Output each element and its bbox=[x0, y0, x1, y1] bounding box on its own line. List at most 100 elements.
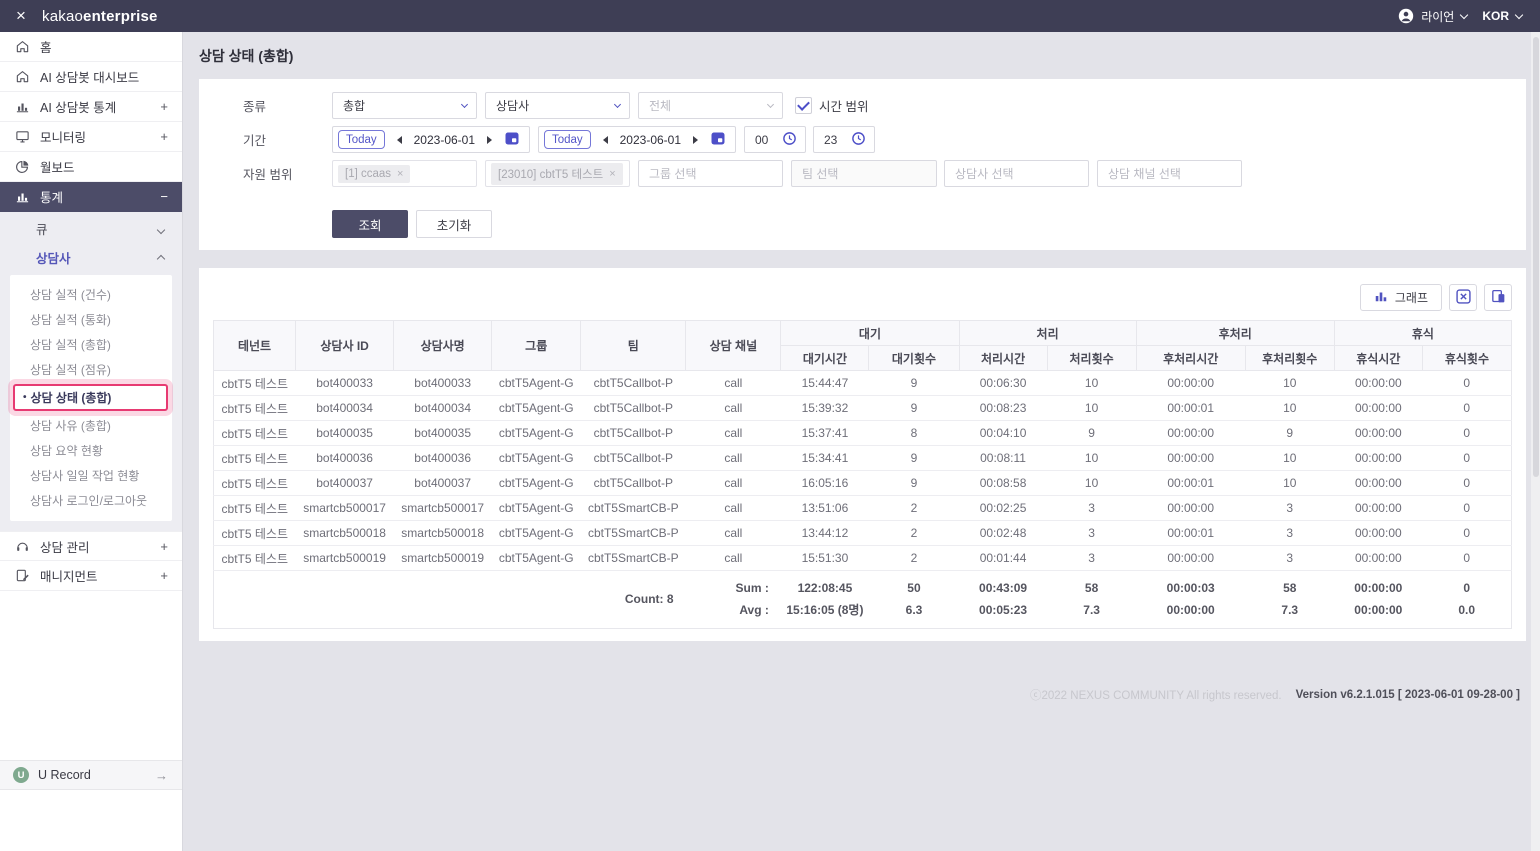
sidebar-sublink[interactable]: 상담 실적 (통화) bbox=[10, 307, 172, 332]
table-cell: 0 bbox=[1422, 520, 1512, 546]
submenu-group-agent[interactable]: 상담사 bbox=[0, 243, 182, 272]
date-from-value[interactable]: 2023-06-01 bbox=[414, 133, 475, 147]
sidebar-item-wallboard[interactable]: 월보드 bbox=[0, 152, 182, 182]
agent-select-input[interactable] bbox=[944, 160, 1089, 187]
sidebar-item-ai-dashboard[interactable]: AI 상담봇 대시보드 bbox=[0, 62, 182, 92]
column-subheader: 후처리시간 bbox=[1135, 345, 1246, 371]
table-cell: smartcb500019 bbox=[393, 545, 492, 571]
next-day-icon[interactable] bbox=[692, 135, 698, 144]
chevron-down-icon[interactable] bbox=[1460, 10, 1469, 19]
sidebar-item-label: 모니터링 bbox=[40, 131, 87, 145]
column-subheader: 후처리횟수 bbox=[1244, 345, 1335, 371]
page-title: 상담 상태 (총합) bbox=[199, 48, 294, 64]
sidebar-item-monitoring[interactable]: 모니터링 + bbox=[0, 122, 182, 152]
graph-button[interactable]: 그래프 bbox=[1359, 284, 1442, 311]
column-subheader: 처리시간 bbox=[958, 345, 1048, 371]
scrollbar-track[interactable] bbox=[1531, 32, 1540, 851]
table-cell: cbtT5Callbot-P bbox=[580, 395, 686, 421]
scrollbar-thumb[interactable] bbox=[1532, 37, 1539, 477]
close-icon[interactable]: × bbox=[0, 0, 42, 32]
sidebar-item-label: 홈 bbox=[40, 41, 52, 55]
table-cell: call bbox=[685, 470, 781, 496]
column-header: 상담 채널 bbox=[685, 320, 782, 371]
table-cell: 00:08:58 bbox=[959, 470, 1048, 496]
calendar-icon[interactable] bbox=[504, 130, 520, 149]
table-cell: cbtT5Agent-G bbox=[491, 420, 581, 446]
sidebar-item-consult-mgmt[interactable]: 상담 관리 + bbox=[0, 531, 182, 561]
table-cell: 00:00:00 bbox=[1334, 495, 1423, 521]
target-select[interactable]: 상담사 bbox=[485, 92, 630, 119]
column-header: 상담사 ID bbox=[295, 320, 395, 371]
hour-to-picker[interactable]: 23 bbox=[813, 126, 875, 153]
summary-sum-value: 58 bbox=[1084, 581, 1099, 595]
expand-plus-icon[interactable]: + bbox=[160, 568, 168, 583]
table-cell: 3 bbox=[1245, 520, 1335, 546]
bar-chart-icon bbox=[1374, 289, 1388, 306]
type-select[interactable]: 총합 bbox=[332, 92, 477, 119]
today-button[interactable]: Today bbox=[544, 130, 591, 149]
expand-plus-icon[interactable]: + bbox=[160, 539, 168, 554]
search-button[interactable]: 조회 bbox=[332, 210, 408, 238]
top-bar: × kakaoenterprise 라이언 KOR bbox=[0, 0, 1540, 32]
team-select-input[interactable] bbox=[791, 160, 937, 187]
user-name[interactable]: 라이언 bbox=[1421, 8, 1454, 25]
results-table: 테넌트 상담사 ID 상담사명 그룹 팀 상담 채널 대기 처리 후처리 휴식 … bbox=[212, 320, 1513, 630]
copy-button[interactable] bbox=[1484, 284, 1512, 311]
submenu-group-queue[interactable]: 큐 bbox=[0, 214, 182, 243]
table-cell: 00:00:00 bbox=[1334, 370, 1423, 396]
table-cell: 10 bbox=[1047, 370, 1137, 396]
expand-plus-icon[interactable]: + bbox=[160, 129, 168, 144]
sum-label: Sum : bbox=[735, 581, 769, 595]
hour-from-picker[interactable]: 00 bbox=[744, 126, 806, 153]
table-cell: 13:44:12 bbox=[780, 520, 869, 546]
table-cell: cbtT5Agent-G bbox=[491, 370, 581, 396]
sidebar-item-ai-stats[interactable]: AI 상담봇 통계 + bbox=[0, 92, 182, 122]
sidebar-sublink[interactable]: 상담 실적 (점유) bbox=[10, 357, 172, 382]
collapse-minus-icon[interactable]: − bbox=[160, 189, 168, 204]
date-to-value[interactable]: 2023-06-01 bbox=[620, 133, 681, 147]
sidebar-sublink[interactable]: 상담 사유 (총합) bbox=[10, 413, 172, 438]
channel-select-input[interactable] bbox=[1097, 160, 1242, 187]
sidebar-item-label: AI 상담봇 대시보드 bbox=[40, 71, 140, 85]
prev-day-icon[interactable] bbox=[396, 135, 402, 144]
table-cell: 10 bbox=[1047, 445, 1137, 471]
clock-icon bbox=[782, 131, 797, 149]
date-to-picker: Today 2023-06-01 bbox=[538, 126, 736, 153]
calendar-icon[interactable] bbox=[710, 130, 726, 149]
table-cell: bot400035 bbox=[295, 420, 394, 446]
table-cell: 2 bbox=[868, 495, 960, 521]
time-range-toggle[interactable]: 시간 범위 bbox=[795, 96, 868, 115]
sidebar-item-home[interactable]: 홈 bbox=[0, 32, 182, 62]
table-cell: cbtT5 테스트 bbox=[213, 520, 296, 546]
sidebar-sublink-label: 상담 실적 (통화) bbox=[30, 313, 111, 327]
sidebar-sublink[interactable]: • 상담 상태 (총합) bbox=[13, 384, 168, 411]
table-cell: 00:00:00 bbox=[1136, 545, 1246, 571]
excel-export-button[interactable] bbox=[1449, 284, 1477, 311]
sidebar-sublink[interactable]: 상담 실적 (건수) bbox=[10, 282, 172, 307]
checkbox-checked-icon[interactable] bbox=[795, 97, 812, 114]
sidebar-sublink[interactable]: 상담사 로그인/로그아웃 bbox=[10, 488, 172, 513]
reset-button[interactable]: 초기화 bbox=[416, 210, 492, 238]
sidebar-sublink-label: 상담사 로그인/로그아웃 bbox=[30, 494, 148, 508]
sidebar-sublink[interactable]: 상담 실적 (총합) bbox=[10, 332, 172, 357]
next-day-icon[interactable] bbox=[486, 135, 492, 144]
language-selector[interactable]: KOR bbox=[1482, 9, 1509, 23]
table-cell: cbtT5Callbot-P bbox=[580, 420, 686, 446]
sidebar-item-urecord[interactable]: U U Record → bbox=[0, 760, 182, 790]
sidebar-item-statistics[interactable]: 통계 − bbox=[0, 182, 182, 212]
prev-day-icon[interactable] bbox=[602, 135, 608, 144]
sidebar-sublink-label: 상담 실적 (건수) bbox=[30, 288, 111, 302]
chevron-down-icon bbox=[613, 100, 622, 109]
chevron-down-icon[interactable] bbox=[1514, 10, 1524, 19]
table-cell: 00:00:00 bbox=[1334, 395, 1423, 421]
table-row: cbtT5 테스트 bot400035 bot400035 cbtT5Agent-G c… bbox=[213, 420, 1512, 446]
sidebar-sublink[interactable]: 상담사 일일 작업 현황 bbox=[10, 463, 172, 488]
table-cell: cbtT5Callbot-P bbox=[580, 470, 686, 496]
expand-plus-icon[interactable]: + bbox=[160, 99, 168, 114]
sidebar-sublink[interactable]: 상담 요약 현황 bbox=[10, 438, 172, 463]
group-select-input[interactable] bbox=[638, 160, 783, 187]
table-row: cbtT5 테스트 smartcb500019 smartcb500019 cbtT5… bbox=[213, 545, 1512, 571]
summary-row: Count: 8 Sum : Avg : 122:08:45 15:16:05 (… bbox=[214, 571, 1512, 629]
today-button[interactable]: Today bbox=[338, 130, 385, 149]
sidebar-item-management[interactable]: 매니지먼트 + bbox=[0, 561, 182, 591]
